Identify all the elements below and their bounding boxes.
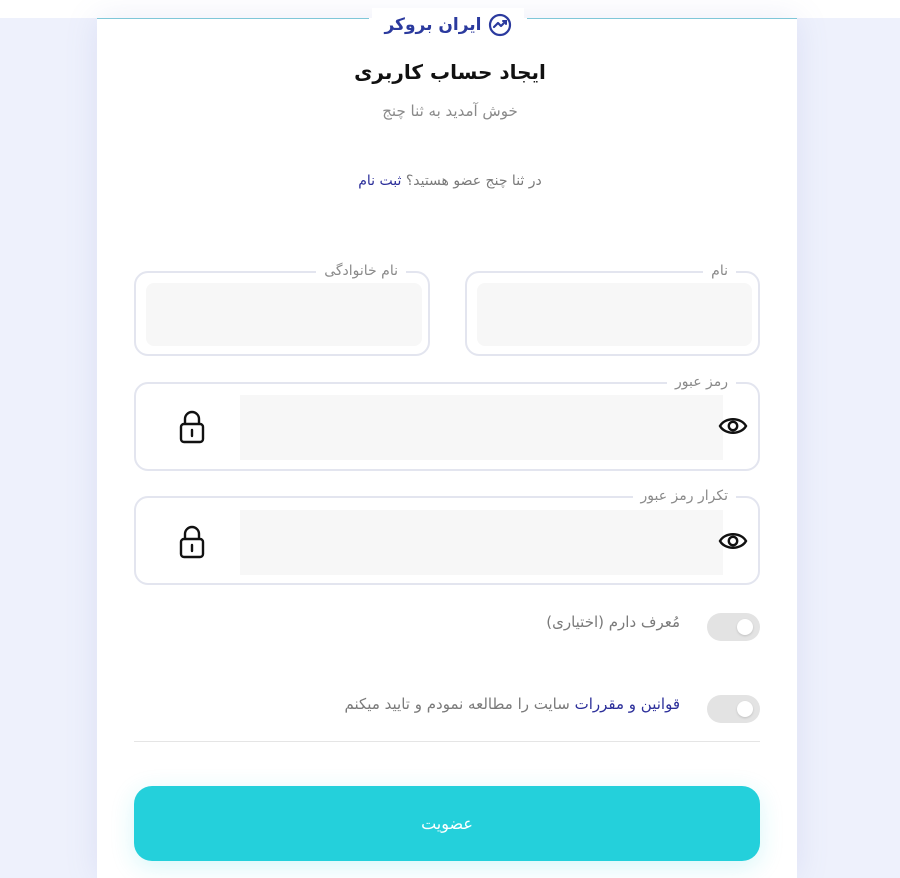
page-title: ایجاد حساب کاربری [354,60,546,84]
first-name-label: نام [703,261,736,281]
terms-link[interactable]: قوانین و مقررات [575,695,680,713]
register-link[interactable]: ثبت نام [358,173,401,189]
lock-icon [179,525,205,559]
password-confirm-input[interactable] [240,510,723,575]
toggle-knob [737,619,753,635]
first-name-input[interactable] [477,283,752,346]
password-confirm-field: تکرار رمز عبور [134,486,760,585]
terms-toggle-label: قوانین و مقررات سایت را مطالعه نمودم و ت… [345,695,681,713]
page-subtitle: خوش آمدید به ثنا چنج [382,102,518,120]
eye-icon[interactable] [718,413,748,439]
card-top-line-left [97,18,369,19]
member-prompt-text: در ثنا چنج عضو هستید؟ [405,173,542,189]
lock-icon [179,410,205,444]
referrer-toggle-label: مُعرف دارم (اختیاری) [546,613,680,631]
brand-name: ایران بروکر [384,15,482,35]
terms-toggle[interactable] [707,695,760,723]
divider [134,741,760,742]
card-top-line-right [527,18,797,19]
last-name-field: نام خانوادگی [134,261,430,356]
referrer-toggle[interactable] [707,613,760,641]
last-name-label: نام خانوادگی [316,261,406,281]
terms-text: سایت را مطالعه نمودم و تایید میکنم [344,695,575,713]
chart-trend-icon [488,13,511,37]
password-input[interactable] [240,395,723,460]
last-name-input[interactable] [146,283,422,346]
password-field: رمز عبور [134,372,760,471]
member-prompt: در ثنا چنج عضو هستید؟ ثبت نام [0,173,900,189]
first-name-field: نام [465,261,760,356]
submit-button[interactable]: عضویت [134,786,760,861]
toggle-knob [737,701,753,717]
password-confirm-label: تکرار رمز عبور [632,486,736,506]
eye-icon[interactable] [718,528,748,554]
password-label: رمز عبور [666,372,736,392]
brand-logo[interactable]: ایران بروکر [372,8,524,42]
